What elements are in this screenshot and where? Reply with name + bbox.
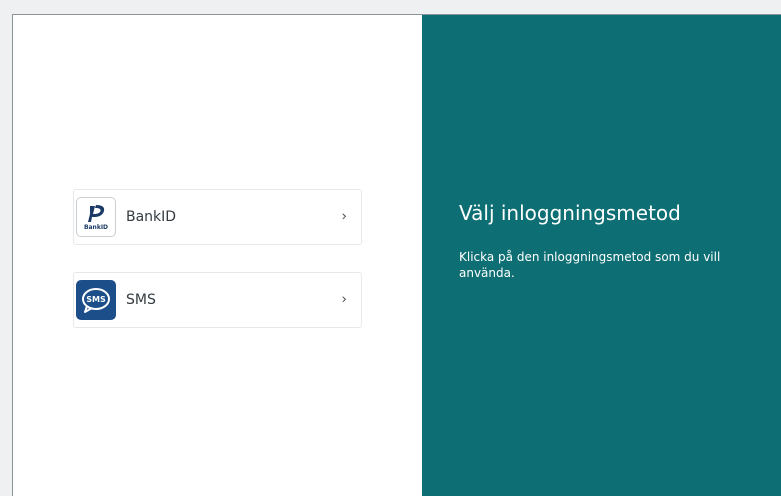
sms-icon: SMS	[76, 280, 116, 320]
chevron-right-icon: ›	[341, 208, 347, 225]
instruction-text: Klicka på den inloggningsmetod som du vi…	[459, 250, 721, 280]
login-method-list: BankID BankID › SMS SMS ›	[13, 15, 422, 496]
info-panel: Välj inloggningsmetod Klicka på den inlo…	[422, 15, 781, 496]
bankid-login-option[interactable]: BankID BankID ›	[73, 189, 362, 245]
bankid-logo-icon: BankID	[76, 197, 116, 237]
sms-label: SMS	[126, 292, 156, 308]
bankid-label: BankID	[126, 209, 177, 225]
sms-icon-text: SMS	[86, 295, 106, 304]
sms-login-option[interactable]: SMS SMS ›	[73, 272, 362, 328]
page-title: Välj inloggningsmetod	[459, 201, 681, 225]
bankid-logo-text: BankID	[84, 224, 108, 231]
chevron-right-icon: ›	[341, 291, 347, 308]
login-window: BankID BankID › SMS SMS › Välj inloggnin…	[12, 14, 781, 496]
